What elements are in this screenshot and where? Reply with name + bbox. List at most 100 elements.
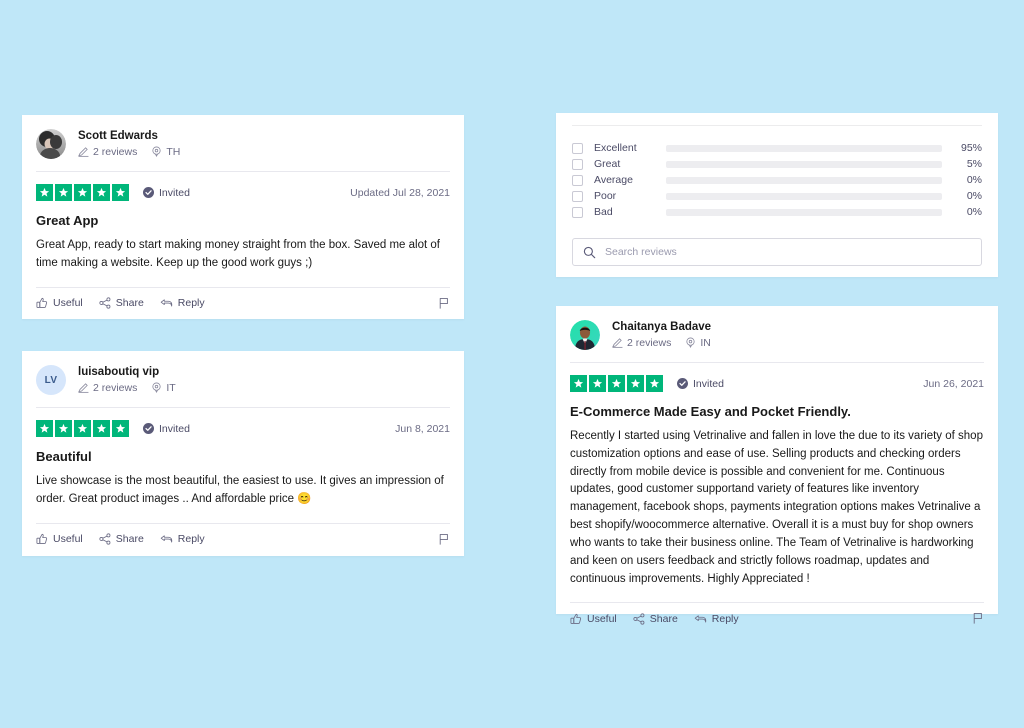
filter-checkbox-poor[interactable] [572,190,583,202]
review-body: Great App, ready to start making money s… [36,239,440,269]
verified-check-icon [143,423,154,434]
distribution-label: Bad [594,206,613,218]
star-rating [36,184,129,201]
star-icon [112,420,129,437]
search-reviews-box[interactable] [572,238,982,266]
distribution-track [666,208,942,216]
thumbs-up-icon [570,613,582,624]
flag-icon [439,297,448,309]
review-author-header: LV luisaboutiq vip 2 reviews IT [22,351,464,407]
review-author-header: Chaitanya Badave 2 reviews IN [556,306,998,362]
actions-wrap: Useful Share Reply [22,273,464,322]
country: TH [151,146,180,158]
review-actions: Useful Share Reply [556,603,998,637]
country-label: IT [166,381,176,394]
distribution-track [666,144,942,152]
star-icon [93,420,110,437]
filter-checkbox-excellent[interactable] [572,142,583,154]
star-icon [646,375,663,392]
distribution-label: Excellent [594,142,637,154]
author-name: Scott Edwards [78,130,158,143]
country: IT [151,381,176,394]
page-root: Scott Edwards 2 reviews TH Invited Updat… [0,0,1024,728]
distribution-track [666,160,942,168]
report-flag-button[interactable] [972,612,984,625]
reviews-count: 2 reviews [612,337,671,349]
reviews-count: 2 reviews [78,382,137,394]
distribution-row[interactable]: Bad 0% [572,204,982,220]
share-icon [99,297,111,309]
pencil-icon [78,383,89,394]
rating-row: Invited Jun 26, 2021 [556,363,998,392]
avatar [36,129,66,159]
review-title: Great App [36,213,99,228]
author-meta: 2 reviews IN [612,337,711,349]
share-button[interactable]: Share [99,533,144,545]
distribution-row[interactable]: Great 5% [572,156,982,172]
avatar: LV [36,365,66,395]
reply-label: Reply [177,533,205,546]
invited-label: Invited [159,186,190,199]
distribution-label: Great [594,158,621,170]
useful-button[interactable]: Useful [36,297,83,309]
filter-checkbox-bad[interactable] [572,206,583,218]
invited-badge: Invited [143,187,190,199]
country-label: IN [700,336,711,349]
reply-button[interactable]: Reply [160,533,205,545]
distribution-label: Poor [594,190,617,202]
distribution-label: Average [594,174,633,186]
author-identity: luisaboutiq vip 2 reviews IT [78,366,176,394]
author-name: luisaboutiq vip [78,366,160,379]
reviews-count-label: 2 reviews [93,145,138,158]
distribution-percent: 95% [960,142,982,154]
reply-button[interactable]: Reply [160,297,205,309]
review-body: Live showcase is the most beautiful, the… [36,475,444,505]
rating-row: Invited Jun 8, 2021 [22,408,464,437]
filter-checkbox-great[interactable] [572,158,583,170]
star-icon [74,184,91,201]
review-title: E-Commerce Made Easy and Pocket Friendly… [570,404,851,419]
share-button[interactable]: Share [633,613,678,625]
actions-wrap: Useful Share Reply [22,509,464,558]
reply-button[interactable]: Reply [694,613,739,625]
report-flag-button[interactable] [438,297,450,310]
star-icon [36,420,53,437]
thumbs-up-icon [36,534,48,544]
distribution-row[interactable]: Excellent 95% [572,140,982,156]
avatar-initials: LV [44,374,58,386]
invited-label: Invited [693,377,724,390]
reply-label: Reply [177,297,205,310]
star-icon [570,375,587,392]
flag-icon [439,533,448,545]
distribution-percent: 0% [966,190,982,202]
distribution-row[interactable]: Poor 0% [572,188,982,204]
search-input[interactable] [605,246,971,258]
reviews-count: 2 reviews [78,146,137,158]
distribution-row[interactable]: Average 0% [572,172,982,188]
location-pin-icon [152,382,161,394]
star-icon [589,375,606,392]
distribution-percent: 0% [966,174,982,186]
distribution-percent: 0% [966,206,982,218]
filter-checkbox-average[interactable] [572,174,583,186]
useful-label: Useful [53,533,83,546]
review-card: Scott Edwards 2 reviews TH Invited Updat… [22,115,464,319]
useful-button[interactable]: Useful [36,533,83,545]
useful-label: Useful [53,297,83,310]
invited-badge: Invited [143,423,190,435]
review-card: Chaitanya Badave 2 reviews IN Invited Ju… [556,306,998,625]
review-actions: Useful Share Reply [22,288,464,322]
distribution-track [666,192,942,200]
location-pin-icon [686,337,695,349]
thumbs-up-icon [36,298,48,308]
reply-arrow-icon [160,299,172,307]
star-icon [74,420,91,437]
share-button[interactable]: Share [99,297,144,309]
avatar-photo-icon [570,320,600,350]
useful-button[interactable]: Useful [570,613,617,625]
report-flag-button[interactable] [438,533,450,546]
review-date: Jun 26, 2021 [923,377,984,390]
star-icon [627,375,644,392]
star-icon [36,184,53,201]
reply-label: Reply [711,612,739,625]
